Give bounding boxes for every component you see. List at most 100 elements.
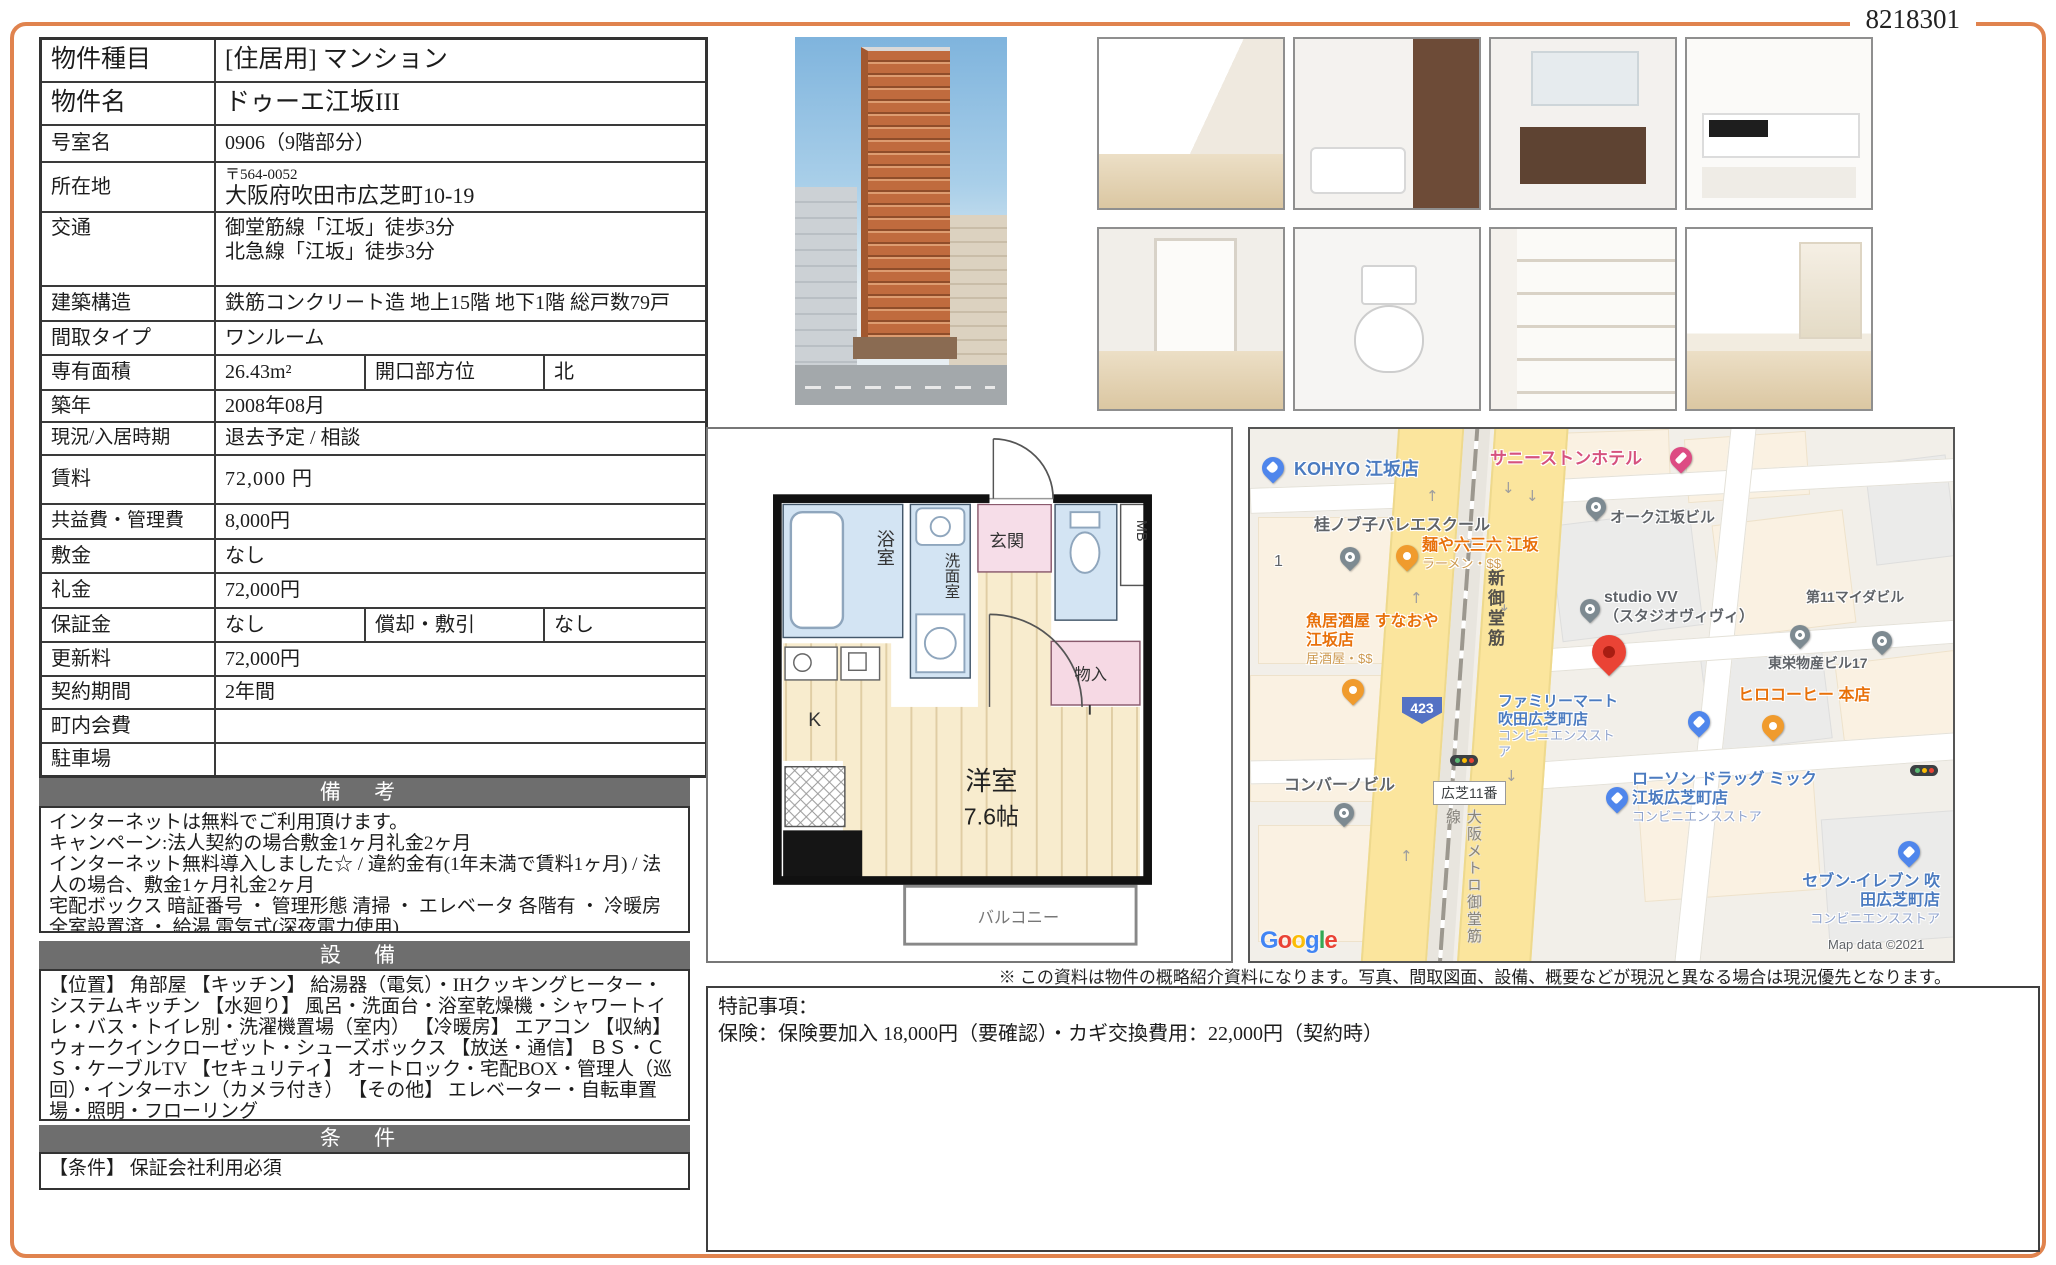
field-value: 26.43m² <box>215 355 365 390</box>
conditions-header: 条 件 <box>39 1125 690 1152</box>
table-row: 交通御堂筋線「江坂」徒歩3分 北急線「江坂」徒歩3分 <box>41 212 707 286</box>
map-label-road: 新御堂筋 <box>1482 569 1507 649</box>
floor-plan-label-kitchen: K <box>808 710 821 731</box>
special-notes-title: 特記事項： <box>718 994 2028 1021</box>
property-flyer-page: 8218301 物件種目[住居用] マンション 物件名ドゥーエ江坂III 号室名… <box>0 0 2056 1265</box>
field-label: 専有面積 <box>41 355 216 390</box>
field-label: 敷金 <box>41 539 216 573</box>
map-label-hotel: サニーストンホテル <box>1490 449 1642 469</box>
table-row: 保証金 なし 償却・敷引 なし <box>41 608 707 642</box>
table-row: 町内会費 <box>41 709 707 743</box>
field-label: 築年 <box>41 390 216 422</box>
photo-toilet <box>1293 227 1481 411</box>
road-arrow-icon: ↑ <box>1400 847 1413 865</box>
property-table: 物件種目[住居用] マンション 物件名ドゥーエ江坂III 号室名0906（9階部… <box>39 37 708 778</box>
neighbor-building-right <box>949 215 1007 383</box>
map-pin-place-icon <box>1330 799 1358 827</box>
road-arrow-icon: ↓ <box>1526 487 1539 505</box>
map-block-number: 1 <box>1274 553 1283 572</box>
photo-bathroom <box>1293 37 1481 210</box>
equipment-header: 設 備 <box>39 941 690 969</box>
special-notes-text: 保険：保険要加入 18,000円（要確認）・カギ交換費用：22,000円（契約時… <box>718 1021 2028 1048</box>
floor-plan-label-mb: MB <box>1133 520 1149 542</box>
field-label: 保証金 <box>41 608 216 642</box>
field-label: 更新料 <box>41 642 216 676</box>
neighbor-building-left <box>795 187 857 387</box>
map-label-ramen: 麺や六三六 江坂 ラーメン・$$ <box>1422 537 1538 571</box>
floor-plan-box: バルコニー <box>706 427 1233 963</box>
special-notes-box: 特記事項： 保険：保険要加入 18,000円（要確認）・カギ交換費用：22,00… <box>706 986 2040 1252</box>
floor-plan: バルコニー <box>760 431 1165 952</box>
map-label-seveneleven: セブン-イレブン 吹田広芝町店 コンビニエンスストア <box>1790 873 1940 926</box>
field-value <box>215 709 706 743</box>
field-value: なし <box>215 539 706 573</box>
field-value: 0906（9階部分） <box>215 125 706 162</box>
map-data-credit: Map data ©2021 <box>1828 937 1924 952</box>
table-row: 賃料72,000 円 <box>41 455 707 504</box>
floor-plan-label-entrance: 玄関 <box>990 531 1025 551</box>
field-label: 建築構造 <box>41 286 216 321</box>
table-row: 礼金72,000円 <box>41 573 707 608</box>
table-row: 号室名0906（9階部分） <box>41 125 707 162</box>
map-label-rail: 大阪メトロ御堂筋線 <box>1442 809 1484 961</box>
building-entrance-canopy <box>853 337 957 359</box>
road-arrow-icon: ↓ <box>1505 767 1518 785</box>
field-label: 間取タイプ <box>41 321 216 355</box>
google-logo: Google <box>1260 927 1337 955</box>
field-label: 所在地 <box>41 162 216 212</box>
map-pin-supermarket-icon <box>1257 452 1288 483</box>
field-value: 御堂筋線「江坂」徒歩3分 北急線「江坂」徒歩3分 <box>215 212 706 286</box>
photo-closet <box>1097 227 1285 411</box>
remarks-text: インターネットは無料でご利用頂けます。 キャンペーン:法人契約の場合敷金1ヶ月礼… <box>39 806 690 933</box>
field-value: なし <box>544 608 706 642</box>
address: 大阪府吹田市広芝町10-19 <box>225 183 705 208</box>
map-pin-conveniencestore-icon <box>1601 782 1632 813</box>
postal-code: 〒564-0052 <box>225 167 705 184</box>
reference-number: 8218301 <box>1850 4 1977 35</box>
field-label: 賃料 <box>41 455 216 504</box>
map-label-toei-bldg: 東栄物産ビル17 <box>1768 655 1868 672</box>
photo-kitchen <box>1685 37 1873 210</box>
field-value: 〒564-0052 大阪府吹田市広芝町10-19 <box>215 162 706 212</box>
field-value: 2年間 <box>215 676 706 709</box>
field-label: 開口部方位 <box>365 355 544 390</box>
table-row: 駐車場 <box>41 743 707 777</box>
field-label: 礼金 <box>41 573 216 608</box>
table-row: 物件名ドゥーエ江坂III <box>41 82 707 125</box>
conditions-text: 【条件】 保証会社利用必須 <box>39 1152 690 1190</box>
field-label: 町内会費 <box>41 709 216 743</box>
field-label: 物件種目 <box>41 39 216 82</box>
map-label-ballet-school: 桂ノブ子バレエスクール <box>1314 517 1490 536</box>
photo-living-room <box>1097 37 1285 210</box>
floor-plan-label-room: 洋室 <box>965 766 1017 796</box>
table-row: 共益費・管理費8,000円 <box>41 504 707 539</box>
field-label: 契約期間 <box>41 676 216 709</box>
field-value: 2008年08月 <box>215 390 706 422</box>
road-arrow-icon: ↓ <box>1502 479 1515 497</box>
street <box>795 365 1007 405</box>
field-value: なし <box>215 608 365 642</box>
remarks-header: 備 考 <box>39 778 690 806</box>
map-label-kohyo: KOHYO 江坂店 <box>1294 459 1419 480</box>
map-label-maida-bldg: 第11マイダビル <box>1806 589 1904 606</box>
equipment-text: 【位置】 角部屋 【キッチン】 給湯器（電気）・IHクッキングヒーター・システム… <box>39 969 690 1121</box>
field-value: 72,000円 <box>215 642 706 676</box>
field-value <box>215 743 706 777</box>
field-value: 鉄筋コンクリート造 地上15階 地下1階 総戸数79戸 <box>215 286 706 321</box>
field-value: 北 <box>544 355 706 390</box>
field-label: 交通 <box>41 212 216 286</box>
field-value: ドゥーエ江坂III <box>215 82 706 125</box>
field-label: 駐車場 <box>41 743 216 777</box>
photo-bedroom <box>1685 227 1873 411</box>
disclaimer-note: ※ この資料は物件の概略紹介資料になります。写真、間取図面、設備、概要などが現況… <box>999 963 1951 988</box>
map-label-familymart: ファミリーマート 吹田広芝町店 コンビニエンスストア <box>1498 693 1618 759</box>
road-arrow-icon: ↑ <box>1426 487 1439 505</box>
floor-plan-label-balcony: バルコニー <box>978 909 1060 927</box>
field-label: 償却・敷引 <box>365 608 544 642</box>
table-row: 築年2008年08月 <box>41 390 707 422</box>
field-label: 号室名 <box>41 125 216 162</box>
intersection-label: 広芝11番 <box>1433 781 1506 805</box>
traffic-light-icon <box>1910 765 1938 776</box>
map-label-oak-bldg: オーク江坂ビル <box>1610 509 1715 527</box>
floor-plan-label-room-size: 7.6帖 <box>964 804 1019 830</box>
